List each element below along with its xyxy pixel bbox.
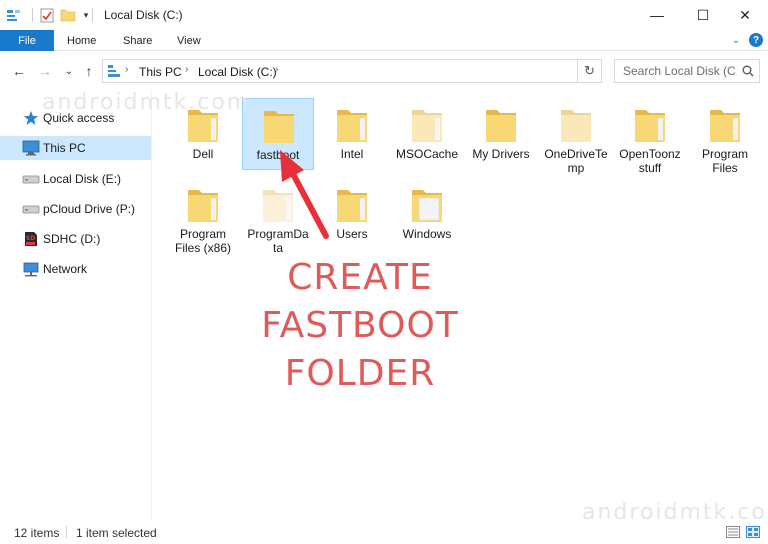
- minimize-button[interactable]: —: [634, 0, 680, 30]
- instruction-caption: CREATE FASTBOOT FOLDER: [250, 254, 470, 398]
- folder-icon: [412, 190, 442, 222]
- folder-opentoonz-stuff[interactable]: OpenToonz stuff: [614, 98, 686, 175]
- large-icons-view-icon[interactable]: [746, 526, 760, 538]
- checklist-icon[interactable]: [39, 7, 55, 23]
- folder-programdata[interactable]: ProgramDa ta: [242, 178, 314, 255]
- folder-windows[interactable]: Windows: [391, 178, 463, 250]
- sidebar-item-label: pCloud Drive (P:): [43, 202, 136, 216]
- sidebar-item-label: Local Disk (E:): [43, 172, 122, 186]
- new-folder-icon[interactable]: [60, 7, 76, 23]
- search-icon: [742, 65, 754, 77]
- breadcrumb-separator: ›: [275, 64, 279, 75]
- folder-label: Dell: [192, 147, 214, 161]
- folder-onedrivetemp[interactable]: OneDriveTe mp: [540, 98, 612, 175]
- address-bar[interactable]: › This PC › Local Disk (C:) › ▾: [102, 59, 664, 83]
- title-divider: [92, 8, 93, 22]
- tab-file[interactable]: File: [0, 30, 54, 51]
- sidebar-item-network[interactable]: Network: [0, 257, 151, 281]
- folder-label: My Drivers: [472, 147, 530, 161]
- folder-label: Windows: [402, 227, 452, 241]
- folder-icon: [337, 110, 367, 142]
- tab-share[interactable]: Share: [123, 30, 152, 51]
- details-view-icon[interactable]: [726, 526, 740, 538]
- tab-home[interactable]: Home: [67, 30, 96, 51]
- folder-icon: [710, 110, 740, 142]
- caption-line: CREATE: [287, 257, 433, 298]
- folder-program-files[interactable]: Program Files: [689, 98, 761, 175]
- folder-msocache[interactable]: MSOCache: [391, 98, 463, 170]
- recent-locations-button[interactable]: ⌄: [60, 62, 78, 80]
- window-title: Local Disk (C:): [104, 8, 183, 22]
- caption-line: FOLDER: [284, 353, 436, 394]
- folder-icon: [635, 110, 665, 142]
- folder-label: Program Files: [701, 147, 748, 175]
- maximize-button[interactable]: ☐: [680, 0, 726, 30]
- sd-card-icon: SD: [22, 231, 40, 247]
- folder-label: ProgramDa ta: [247, 227, 309, 255]
- breadcrumb-local-disk[interactable]: Local Disk (C:): [198, 65, 277, 79]
- folder-label: fastboot: [256, 148, 300, 162]
- properties-icon[interactable]: [6, 7, 22, 23]
- status-bar: 12 items 1 item selected: [0, 520, 768, 544]
- item-count: 12 items: [14, 526, 60, 540]
- folder-fastboot[interactable]: fastboot: [242, 98, 314, 170]
- folder-label: OpenToonz stuff: [619, 147, 681, 175]
- drive-icon: [22, 201, 40, 217]
- help-icon[interactable]: ?: [749, 33, 763, 47]
- folder-users[interactable]: Users: [316, 178, 388, 250]
- status-divider: [66, 526, 67, 538]
- tab-view[interactable]: View: [177, 30, 201, 51]
- close-button[interactable]: ✕: [722, 0, 768, 30]
- breadcrumb-separator: ›: [125, 64, 129, 75]
- folder-program-files-x86[interactable]: Program Files (x86): [167, 178, 239, 255]
- expand-ribbon-icon[interactable]: ⌄: [729, 33, 743, 47]
- this-pc-icon: [22, 140, 40, 156]
- folder-label: Intel: [340, 147, 364, 161]
- breadcrumb-separator: ›: [185, 64, 189, 75]
- navigation-bar: ← → ⌄ ↑ › This PC › Local Disk (C:) › ▾ …: [0, 52, 768, 90]
- svg-text:SD: SD: [26, 235, 35, 242]
- sidebar-item-pcloud-drive[interactable]: pCloud Drive (P:): [0, 197, 151, 221]
- folder-icon: [412, 110, 442, 142]
- back-button[interactable]: ←: [10, 62, 28, 80]
- watermark-text: androidmtk.com: [42, 90, 251, 115]
- folder-label: MSOCache: [395, 147, 459, 161]
- refresh-button[interactable]: ↻: [578, 59, 602, 83]
- title-bar: ▾ Local Disk (C:) — ☐ ✕: [0, 0, 768, 30]
- folder-icon: [188, 190, 218, 222]
- folder-icon: [486, 110, 516, 142]
- folder-icon: [263, 190, 293, 222]
- drive-icon: [22, 171, 40, 187]
- sidebar-item-label: SDHC (D:): [43, 232, 101, 246]
- folder-icon: [264, 111, 294, 143]
- caption-line: FASTBOOT: [261, 305, 459, 346]
- ribbon-tabs: File Home Share View ⌄ ?: [0, 30, 768, 51]
- separator-icon: [29, 7, 37, 23]
- network-icon: [22, 261, 40, 277]
- navigation-pane: Quick access This PC Local Disk (E:) pCl…: [0, 90, 152, 520]
- this-pc-icon: [107, 64, 123, 78]
- selection-count: 1 item selected: [76, 526, 157, 540]
- sidebar-item-label: Network: [43, 262, 88, 276]
- folder-icon: [337, 190, 367, 222]
- folder-label: OneDriveTe mp: [544, 147, 608, 175]
- folder-intel[interactable]: Intel: [316, 98, 388, 170]
- up-button[interactable]: ↑: [80, 62, 98, 80]
- sidebar-item-label: This PC: [43, 141, 86, 155]
- sidebar-item-local-disk-e[interactable]: Local Disk (E:): [0, 167, 151, 191]
- folder-icon: [561, 110, 591, 142]
- breadcrumb-this-pc[interactable]: This PC: [139, 65, 182, 79]
- folder-my-drivers[interactable]: My Drivers: [465, 98, 537, 170]
- star-icon: [22, 110, 40, 126]
- folder-label: Program Files (x86): [174, 227, 231, 255]
- sidebar-item-this-pc[interactable]: This PC: [0, 136, 151, 160]
- sidebar-item-sdhc[interactable]: SD SDHC (D:): [0, 227, 151, 251]
- search-input[interactable]: [614, 59, 760, 83]
- folder-label: Users: [336, 227, 368, 241]
- forward-button[interactable]: →: [36, 62, 54, 80]
